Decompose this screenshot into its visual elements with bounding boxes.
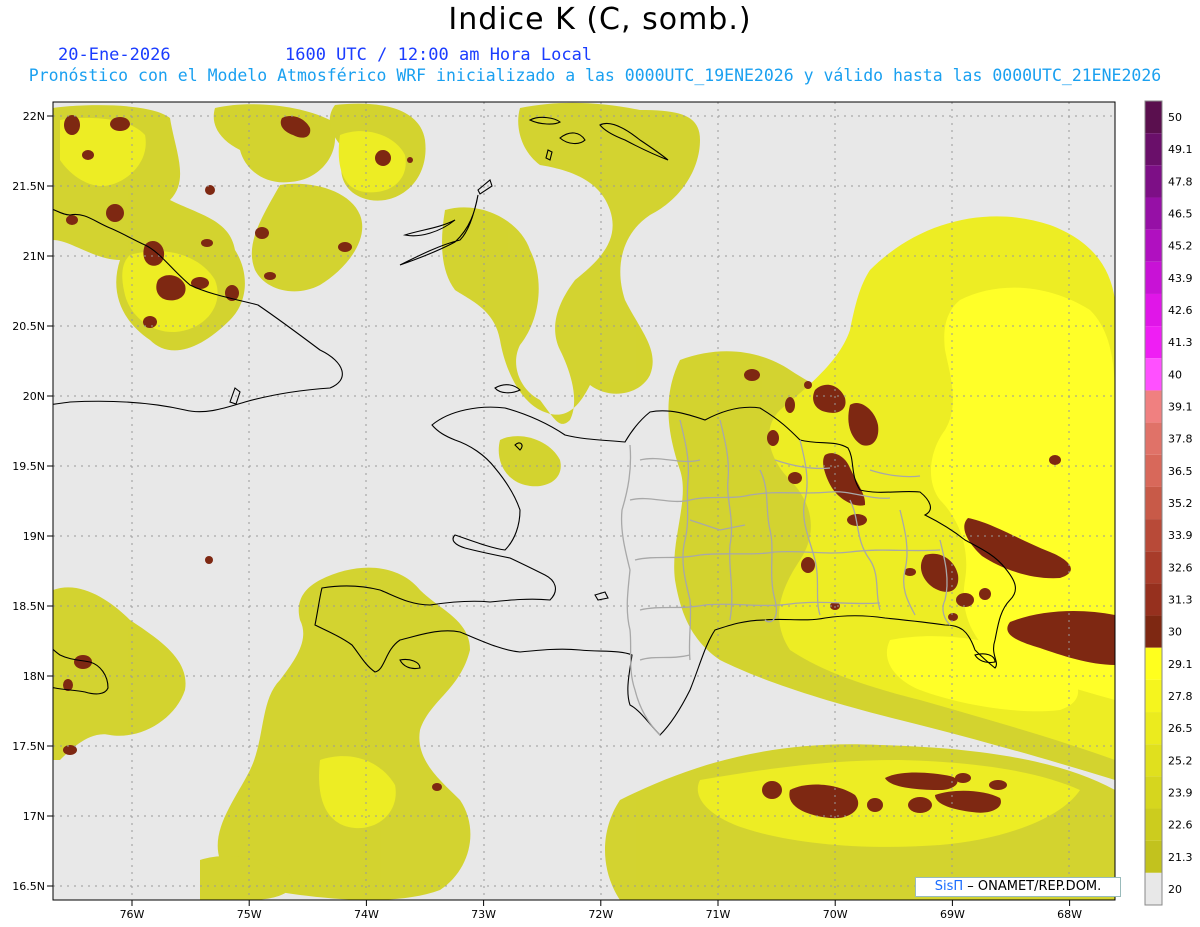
colorbar-swatch xyxy=(1145,647,1162,680)
lat-label: 21N xyxy=(23,250,45,263)
colorbar-swatch xyxy=(1145,293,1162,327)
lat-label: 16.5N xyxy=(12,880,45,893)
colorbar-swatch xyxy=(1145,133,1162,166)
colorbar-swatch xyxy=(1145,422,1162,455)
colorbar-label: 31.3 xyxy=(1168,593,1193,606)
colorbar-label: 32.6 xyxy=(1168,561,1193,574)
lon-label: 69W xyxy=(940,908,965,921)
colorbar-label: 25.2 xyxy=(1168,754,1193,767)
k-index-map: 22N 21.5N 21N 20.5N 20N 19.5N 19N 18.5N 18N 17.5N… xyxy=(12,100,1193,921)
lat-label: 18N xyxy=(23,670,45,683)
lat-label: 20N xyxy=(23,390,45,403)
colorbar-swatch xyxy=(1145,358,1162,391)
colorbar-swatch xyxy=(1145,840,1162,873)
colorbar-label: 23.9 xyxy=(1168,786,1193,799)
colorbar-label: 21.3 xyxy=(1168,851,1193,864)
colorbar-label: 43.9 xyxy=(1168,272,1193,285)
lat-label: 17N xyxy=(23,810,45,823)
colorbar-swatch xyxy=(1145,101,1162,134)
colorbar-swatch xyxy=(1145,486,1162,520)
colorbar-label: 20 xyxy=(1168,883,1182,896)
colorbar-swatch xyxy=(1145,583,1162,616)
colorbar-label: 49.1 xyxy=(1168,143,1193,156)
lat-label: 18.5N xyxy=(12,600,45,613)
colorbar-swatch xyxy=(1145,229,1162,262)
colorbar-swatch xyxy=(1145,390,1162,423)
lon-label: 72W xyxy=(588,908,613,921)
colorbar-label: 30 xyxy=(1168,626,1182,639)
lat-label: 21.5N xyxy=(12,180,45,193)
colorbar-swatch xyxy=(1145,872,1162,905)
lon-label: 71W xyxy=(706,908,731,921)
lon-label: 75W xyxy=(237,908,262,921)
colorbar-label: 41.3 xyxy=(1168,336,1193,349)
colorbar-swatch xyxy=(1145,551,1162,584)
colorbar-label: 42.6 xyxy=(1168,304,1193,317)
colorbar-swatch xyxy=(1145,261,1162,294)
credit-box: SisΠ – ONAMET/REP.DOM. xyxy=(915,877,1121,897)
lat-label: 22N xyxy=(23,110,45,123)
colorbar-label: 27.8 xyxy=(1168,690,1193,703)
lon-label: 73W xyxy=(471,908,496,921)
colorbar-swatch xyxy=(1145,326,1162,359)
lon-label: 68W xyxy=(1057,908,1082,921)
colorbar-label: 36.5 xyxy=(1168,465,1193,478)
colorbar-swatch xyxy=(1145,744,1162,777)
lon-label: 76W xyxy=(120,908,145,921)
lon-label: 70W xyxy=(823,908,848,921)
lon-label: 74W xyxy=(354,908,379,921)
colorbar-label: 26.5 xyxy=(1168,722,1193,735)
credit-brand: SisΠ xyxy=(934,879,964,894)
colorbar-label: 39.1 xyxy=(1168,401,1193,414)
lat-label: 20.5N xyxy=(12,320,45,333)
colorbar-label: 22.6 xyxy=(1168,819,1193,832)
colorbar-swatch xyxy=(1145,519,1162,552)
colorbar-swatch xyxy=(1145,615,1162,648)
colorbar-label: 47.8 xyxy=(1168,175,1193,188)
colorbar-swatch xyxy=(1145,454,1162,487)
credit-org: – ONAMET/REP.DOM. xyxy=(963,879,1102,894)
lat-label: 17.5N xyxy=(12,740,45,753)
colorbar-label: 45.2 xyxy=(1168,240,1193,253)
colorbar-label: 46.5 xyxy=(1168,208,1193,221)
colorbar-label: 33.9 xyxy=(1168,529,1193,542)
colorbar-swatch xyxy=(1145,197,1162,230)
colorbar-legend: 50 49.1 47.8 46.5 45.2 43.9 42.6 41.3 40 39.1 37.8… xyxy=(1144,100,1193,906)
colorbar-label: 35.2 xyxy=(1168,497,1193,510)
lat-label: 19N xyxy=(23,530,45,543)
colorbar-swatch xyxy=(1145,808,1162,841)
colorbar-swatch xyxy=(1145,679,1162,713)
colorbar-swatch xyxy=(1145,712,1162,745)
latitude-axis: 22N 21.5N 21N 20.5N 20N 19.5N 19N 18.5N 18N 17.5N… xyxy=(12,110,53,893)
lat-label: 19.5N xyxy=(12,460,45,473)
colorbar-label: 50 xyxy=(1168,111,1182,124)
longitude-axis: 76W 75W 74W 73W 72W 71W 70W 69W 68W xyxy=(120,900,1082,921)
colorbar-swatch xyxy=(1145,165,1162,198)
colorbar-label: 40 xyxy=(1168,368,1182,381)
colorbar-label: 37.8 xyxy=(1168,433,1193,446)
colorbar-swatch xyxy=(1145,776,1162,809)
colorbar-label: 29.1 xyxy=(1168,658,1193,671)
